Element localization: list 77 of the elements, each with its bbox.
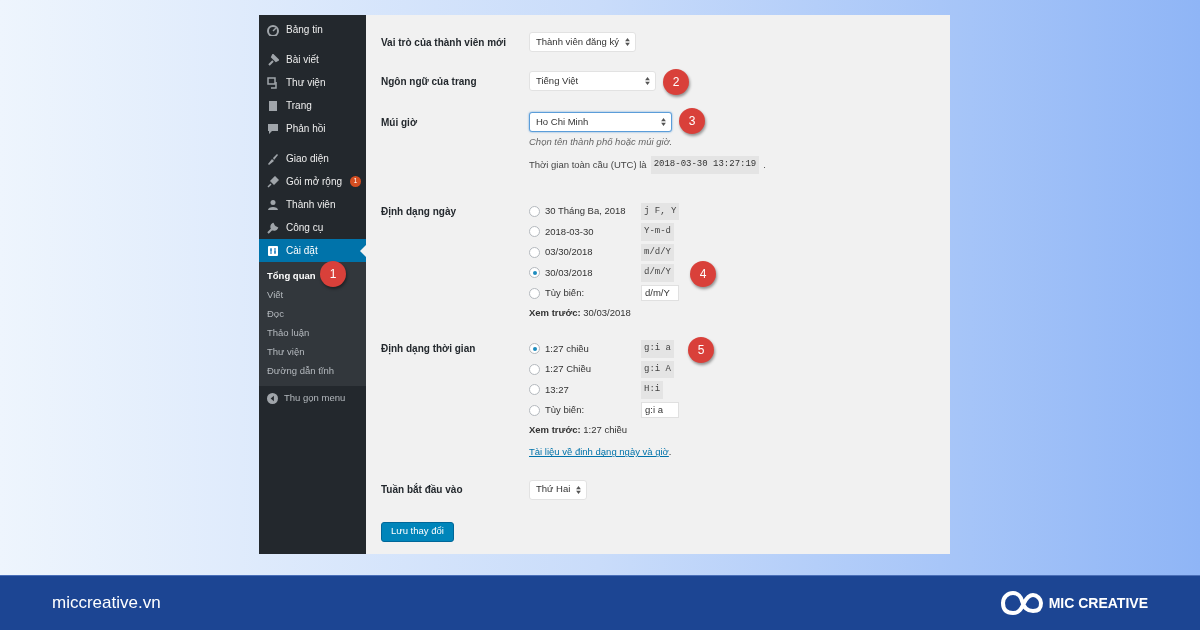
brand-name: MIC CREATIVE: [1048, 593, 1148, 613]
submenu-item[interactable]: Thư viện: [267, 343, 305, 362]
setting-label: Ngôn ngữ của trang: [381, 74, 478, 89]
preview-text: Xem trước: 30/03/2018: [529, 305, 631, 320]
custom-format-field[interactable]: d/m/Y: [641, 285, 679, 302]
sidebar-item[interactable]: Cài đặt: [259, 239, 366, 262]
sidebar-item[interactable]: Bài viết: [259, 48, 366, 71]
radio-label: 30 Tháng Ba, 2018: [545, 204, 627, 219]
custom-format-field[interactable]: g:i a: [641, 402, 679, 419]
radio-label: 1:27 Chiều: [545, 362, 592, 377]
submenu-item[interactable]: Đọc: [267, 305, 284, 324]
documentation-link[interactable]: Tài liệu về định dạng ngày và giờ: [529, 445, 669, 460]
format-code: d/m/Y: [641, 264, 674, 282]
sidebar-item[interactable]: Thành viên: [259, 193, 366, 216]
radio-label: 13:27: [545, 382, 570, 397]
user-icon: [267, 198, 279, 211]
preview-text: Xem trước: 1:27 chiều: [529, 422, 628, 437]
dropdown-arrows-icon: [645, 77, 650, 85]
loop-logo-icon: [998, 589, 1043, 617]
format-code: j F, Y: [641, 202, 680, 220]
format-code: g:i A: [641, 360, 674, 378]
submenu-item[interactable]: Viết: [267, 286, 284, 305]
media-icon: [267, 76, 279, 89]
radio-label: 1:27 chiều: [545, 341, 590, 356]
radio-label: 30/03/2018: [545, 265, 594, 280]
period-text: .: [668, 445, 672, 460]
submenu-item[interactable]: Tổng quan: [267, 267, 316, 286]
sidebar-item[interactable]: Công cụ: [259, 216, 366, 239]
radio-label: Tùy biến:: [545, 286, 586, 301]
sidebar-item[interactable]: Thư viện: [259, 71, 366, 94]
setting-label: Múi giờ: [381, 115, 418, 130]
dropdown[interactable]: Thành viên đăng ký: [529, 32, 636, 52]
dropdown[interactable]: Ho Chi Minh: [529, 112, 672, 132]
sidebar-item[interactable]: Trang: [259, 94, 366, 117]
radio-button[interactable]: [529, 267, 540, 279]
settings-icon: [267, 244, 279, 257]
collapse-menu-button[interactable]: Thu gọn menu: [259, 387, 366, 409]
setting-label: Vai trò của thành viên mới: [381, 35, 507, 50]
setting-label: Định dạng thời gian: [381, 342, 477, 357]
radio-button[interactable]: [529, 384, 540, 396]
sidebar-item[interactable]: Phản hồi: [259, 117, 366, 140]
hint-text: Chọn tên thành phố hoặc múi giờ.: [529, 134, 673, 149]
format-code: H:i: [641, 381, 664, 399]
period-text: .: [763, 157, 766, 172]
radio-label: 2018-03-30: [545, 224, 595, 239]
dropdown-arrows-icon: [576, 485, 582, 494]
radio-button[interactable]: [529, 343, 540, 355]
brush-icon: [267, 152, 279, 165]
format-code: Y-m-d: [641, 223, 674, 241]
sidebar-item[interactable]: Giao diện: [259, 147, 366, 170]
dropdown[interactable]: Tiếng Việt: [529, 71, 656, 91]
radio-label: 03/30/2018: [545, 245, 594, 260]
radio-button[interactable]: [529, 287, 540, 299]
page-icon: [267, 99, 279, 112]
utc-time-value: 2018-03-30 13:27:19: [650, 156, 760, 174]
dropdown-arrows-icon: [661, 118, 666, 126]
radio-button[interactable]: [529, 404, 540, 416]
website-address: miccreative.vn: [52, 592, 161, 615]
utc-time-label: Thời gian toàn cầu (UTC) là: [529, 157, 647, 172]
radio-button[interactable]: [529, 363, 540, 375]
setting-label: Tuần bắt đầu vào: [381, 482, 464, 497]
save-button[interactable]: Lưu thay đổi: [381, 521, 454, 542]
submenu-item[interactable]: Đường dẫn tĩnh: [267, 362, 334, 381]
format-code: m/d/Y: [641, 243, 674, 261]
comment-icon: [267, 122, 279, 135]
dropdown-arrows-icon: [624, 38, 630, 46]
format-code: g:i a: [641, 340, 674, 358]
wrench-icon: [267, 221, 279, 234]
radio-button[interactable]: [529, 226, 540, 238]
setting-label: Định dạng ngày: [381, 204, 457, 220]
sidebar-item[interactable]: Bảng tin: [259, 18, 366, 41]
dropdown[interactable]: Thứ Hai: [529, 479, 588, 500]
radio-button[interactable]: [529, 205, 540, 217]
dashboard-icon: [267, 23, 279, 36]
submenu-item[interactable]: Thảo luận: [267, 324, 310, 343]
radio-label: Tùy biến:: [545, 403, 586, 418]
radio-button[interactable]: [529, 246, 540, 258]
